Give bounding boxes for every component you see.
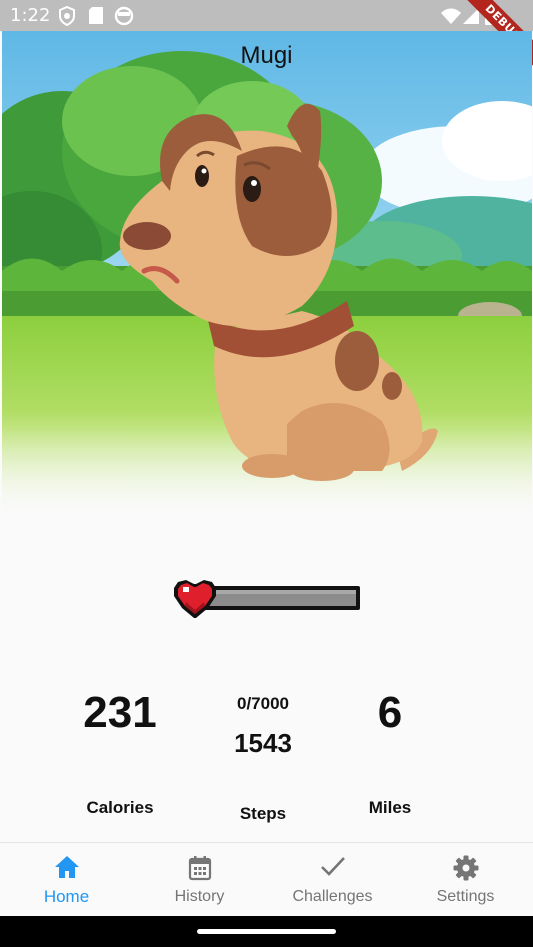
pet-name: Mugi <box>240 42 293 69</box>
pet-scene-illustration <box>2 31 532 521</box>
pet-scene <box>2 31 532 521</box>
status-time: 1:22 <box>10 5 51 26</box>
steps-goal: 0/7000 <box>237 694 289 713</box>
sd-card-icon <box>89 7 103 24</box>
nav-history[interactable]: History <box>133 843 266 917</box>
face-icon <box>114 6 134 26</box>
nav-home-label: Home <box>43 887 90 906</box>
shield-icon <box>59 6 75 26</box>
gear-icon <box>453 855 478 881</box>
wifi-icon <box>441 8 461 24</box>
miles-value: 6 <box>377 688 403 737</box>
miles-label: Miles <box>368 798 412 817</box>
calendar-icon <box>188 856 211 881</box>
status-bar: 1:22 DEBUG <box>0 0 533 72</box>
check-icon <box>320 857 345 876</box>
home-icon <box>54 856 79 878</box>
calories-label: Calories <box>86 798 154 817</box>
health-bar <box>174 578 364 622</box>
nav-challenges-label: Challenges <box>292 888 373 905</box>
nav-home[interactable]: Home <box>0 843 133 917</box>
system-nav-bar <box>0 916 533 947</box>
nav-history-label: History <box>174 888 225 905</box>
nav-settings[interactable]: Settings <box>399 843 532 917</box>
heart-icon <box>174 580 216 618</box>
nav-settings-label: Settings <box>436 888 495 905</box>
nav-challenges[interactable]: Challenges <box>266 843 399 917</box>
calories-value: 231 <box>83 688 157 737</box>
home-gesture-handle[interactable] <box>197 929 336 934</box>
bottom-navigation: Home History Challenges Settings <box>0 842 533 917</box>
health-bar-graphic <box>174 580 360 618</box>
steps-value: 1543 <box>234 728 292 758</box>
steps-label: Steps <box>239 804 287 823</box>
